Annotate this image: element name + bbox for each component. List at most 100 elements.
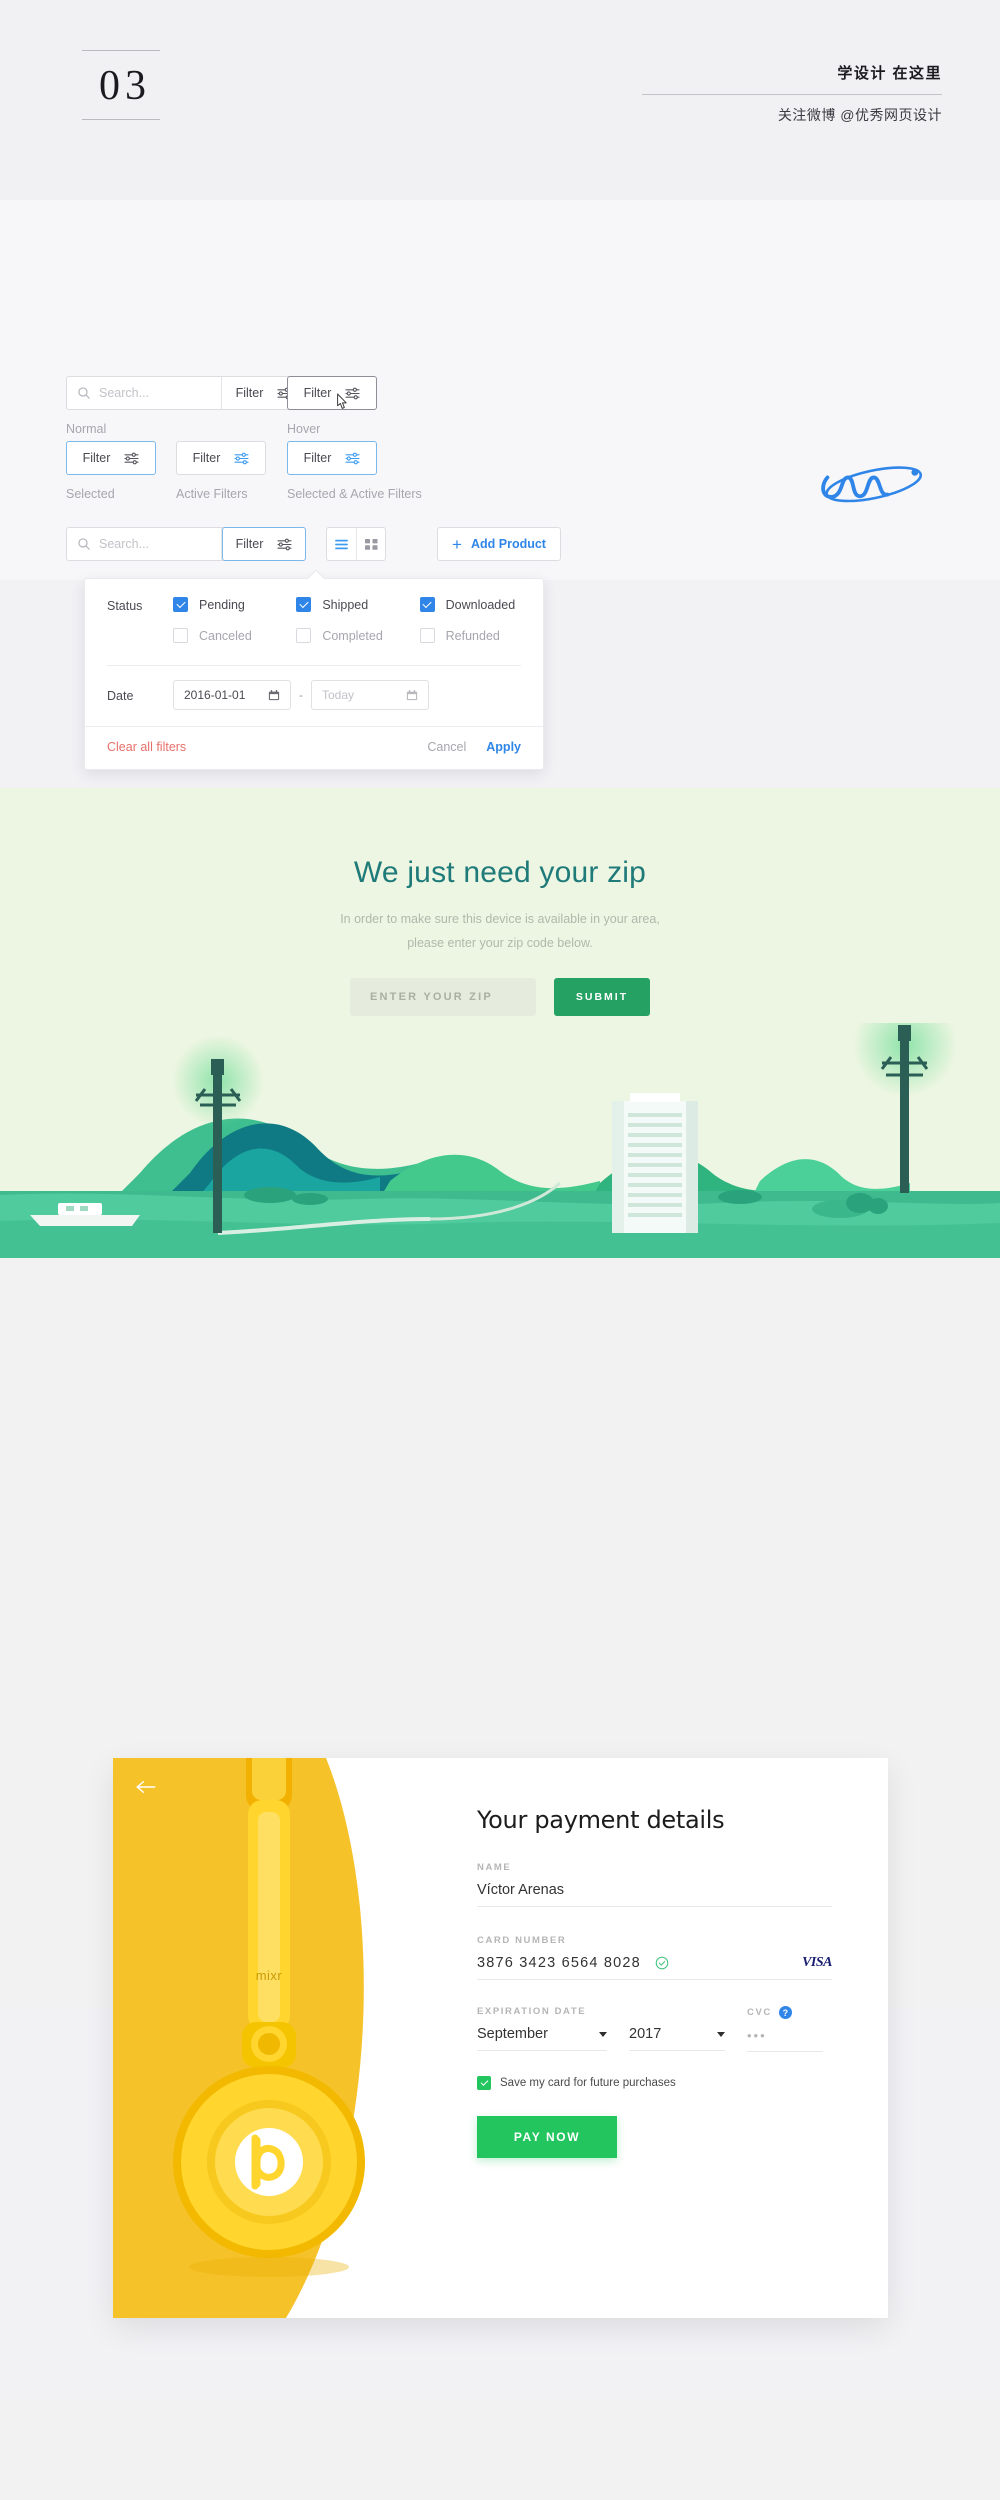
- search-placeholder-normal: Search...: [99, 386, 150, 400]
- filter-state-hover: Filter Hover: [287, 376, 377, 436]
- name-value[interactable]: Víctor Arenas: [477, 1873, 832, 1907]
- search-filter-group-main[interactable]: Search... Filter: [66, 527, 306, 561]
- chevron-down-icon: [717, 2031, 725, 2037]
- checkbox-pending[interactable]: [173, 597, 188, 612]
- search-icon: [78, 538, 90, 550]
- checkbox-row[interactable]: Completed: [296, 628, 419, 643]
- pay-now-button[interactable]: PAY NOW: [477, 2116, 617, 2158]
- expiration-month-value: September: [477, 2026, 548, 2042]
- save-card-checkbox[interactable]: [477, 2076, 491, 2090]
- save-card-row[interactable]: Save my card for future purchases: [477, 2076, 832, 2090]
- search-input-normal[interactable]: Search...: [67, 377, 222, 409]
- filter-button-active[interactable]: Filter: [176, 441, 266, 475]
- zip-subtitle: In order to make sure this device is ava…: [0, 908, 1000, 956]
- clear-all-filters-link[interactable]: Clear all filters: [107, 740, 186, 754]
- divider-bottom: [82, 119, 160, 120]
- grid-view-button[interactable]: [356, 528, 385, 560]
- checkbox-row[interactable]: Downloaded: [419, 597, 543, 612]
- checkbox-canceled[interactable]: [173, 628, 188, 643]
- product-image-panel: mixr: [113, 1758, 425, 2318]
- checkbox-row[interactable]: Canceled: [173, 628, 296, 643]
- name-label: NAME: [477, 1862, 512, 1873]
- card-number-row[interactable]: 3876 3423 6564 8028 VISA: [477, 1946, 832, 1980]
- filter-label-selected: Filter: [82, 451, 111, 465]
- filter-label-normal: Filter: [235, 386, 264, 400]
- add-product-button[interactable]: + Add Product: [437, 527, 561, 561]
- filter-button-hover[interactable]: Filter: [287, 376, 377, 410]
- date-from-input[interactable]: 2016-01-01: [173, 680, 291, 710]
- headphones-illustration: mixr: [173, 1758, 365, 2277]
- cancel-button[interactable]: Cancel: [427, 740, 466, 754]
- state-label-normal: Normal: [66, 422, 107, 436]
- cvc-label: CVC: [747, 2007, 772, 2018]
- checkbox-label: Pending: [199, 597, 245, 612]
- date-filter-group: Date 2016-01-01 - Today: [85, 666, 543, 726]
- filter-state-active: Filter Active Filters: [176, 441, 266, 501]
- status-filter-group: Status Pending Shipped Downloaded Cancel…: [85, 579, 543, 651]
- status-checkbox-grid: Pending Shipped Downloaded Canceled Comp…: [173, 597, 543, 643]
- checkbox-label: Completed: [322, 628, 383, 643]
- list-view-button[interactable]: [327, 528, 356, 560]
- state-label-selected: Selected: [66, 487, 115, 501]
- expiration-month-field: EXPIRATION DATE September: [477, 2006, 607, 2052]
- expiration-year-label: [629, 2006, 725, 2017]
- filter-label-hover: Filter: [303, 386, 332, 400]
- name-field: NAME Víctor Arenas: [477, 1862, 832, 1907]
- header-branding: 学设计 在这里 关注微博 @优秀网页设计: [642, 62, 942, 125]
- filter-state-selected: Filter Selected: [66, 441, 156, 501]
- product-toolbar: Search... Filter + Add Product: [66, 527, 561, 561]
- checkbox-label: Refunded: [445, 628, 500, 643]
- panel-footer: Clear all filters Cancel Apply: [85, 726, 543, 769]
- checkbox-row[interactable]: Refunded: [419, 628, 543, 643]
- filter-state-normal: Search... Filter Normal: [66, 376, 307, 436]
- checkbox-row[interactable]: Shipped: [296, 597, 419, 612]
- search-input-main[interactable]: Search...: [67, 528, 222, 560]
- filter-button-main[interactable]: Filter: [222, 527, 306, 561]
- checkbox-downloaded[interactable]: [419, 597, 435, 612]
- filter-label-active: Filter: [192, 451, 221, 465]
- cvc-help-icon[interactable]: ?: [778, 2006, 792, 2019]
- checkbox-row[interactable]: Pending: [173, 597, 296, 612]
- zip-input-placeholder: ENTER YOUR ZIP: [370, 991, 493, 1003]
- expiration-year-select[interactable]: 2017: [629, 2017, 725, 2051]
- landscape-illustration: [0, 1023, 1000, 1258]
- sliders-icon: [277, 538, 292, 550]
- valid-check-icon: [655, 1956, 669, 1970]
- visa-logo: VISA: [802, 1955, 832, 1970]
- search-icon: [78, 387, 90, 399]
- panel-actions: Cancel Apply: [427, 740, 521, 754]
- page-header: 03 学设计 在这里 关注微博 @优秀网页设计: [0, 0, 1000, 200]
- expiration-label: EXPIRATION DATE: [477, 2006, 587, 2017]
- expiration-month-select[interactable]: September: [477, 2017, 607, 2051]
- filter-button-selected-active[interactable]: Filter: [287, 441, 377, 475]
- filter-label-selected-active: Filter: [303, 451, 332, 465]
- date-to-placeholder: Today: [322, 688, 355, 702]
- payment-card: mixr Your payment details NAME Víctor Ar…: [113, 1758, 888, 2318]
- filters-showcase: Search... Filter Normal Filter Hover Fil…: [0, 200, 1000, 580]
- checkbox-refunded[interactable]: [419, 628, 435, 643]
- slide-number-block: 03: [82, 50, 162, 120]
- search-placeholder-main: Search...: [99, 537, 150, 551]
- zip-title: We just need your zip: [353, 856, 647, 889]
- cvc-input[interactable]: •••: [747, 2019, 823, 2052]
- weibo-handle: 关注微博 @优秀网页设计: [777, 107, 942, 123]
- view-mode-toggle[interactable]: [326, 527, 386, 561]
- zip-submit-button[interactable]: SUBMIT: [554, 978, 650, 1016]
- checkbox-shipped[interactable]: [296, 597, 312, 612]
- zip-section: We just need your zip In order to make s…: [0, 788, 1000, 1258]
- chevron-down-icon: [599, 2031, 607, 2037]
- search-filter-group-normal[interactable]: Search... Filter: [66, 376, 307, 410]
- state-label-active: Active Filters: [176, 487, 248, 501]
- apply-button[interactable]: Apply: [486, 740, 521, 754]
- zip-input[interactable]: ENTER YOUR ZIP: [350, 978, 536, 1016]
- filter-button-selected[interactable]: Filter: [66, 441, 156, 475]
- cvc-value: •••: [747, 2028, 767, 2043]
- checkbox-completed[interactable]: [296, 628, 312, 643]
- status-label: Status: [107, 599, 143, 613]
- checkbox-label: Downloaded: [445, 597, 516, 612]
- save-card-label: Save my card for future purchases: [500, 2077, 676, 2089]
- calendar-icon: [406, 690, 418, 701]
- page-bottom-padding: [0, 2400, 1000, 2500]
- brand-logo-icon: [821, 466, 923, 503]
- date-to-input[interactable]: Today: [311, 680, 429, 710]
